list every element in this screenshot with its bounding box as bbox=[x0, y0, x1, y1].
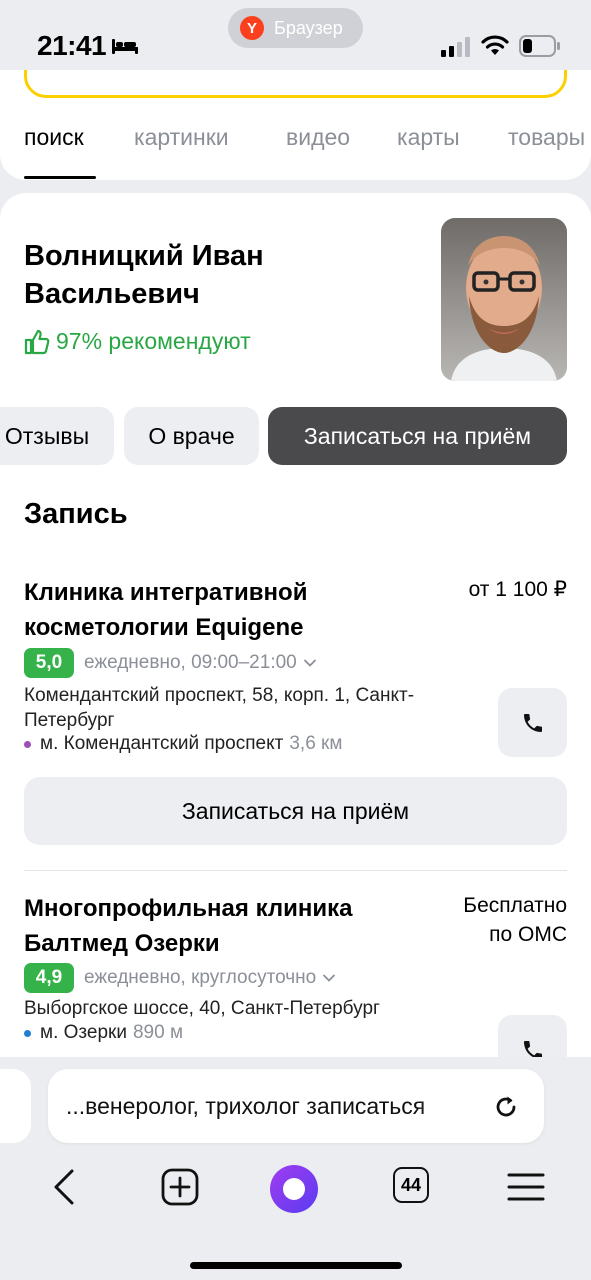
clinic-hours[interactable]: ежедневно, 09:00–21:00 bbox=[84, 652, 297, 674]
clinic-divider bbox=[24, 870, 567, 871]
tabs-counter-button[interactable]: 44 bbox=[393, 1167, 429, 1203]
search-header-card: поиск картинки видео карты товары bbox=[0, 70, 591, 180]
doctor-name: Волницкий Иван Васильевич bbox=[24, 240, 264, 310]
doctor-photo[interactable] bbox=[441, 218, 567, 381]
status-time: 21:41 bbox=[37, 30, 107, 61]
metro-line-dot bbox=[24, 740, 31, 748]
book-appointment-button[interactable]: Записаться на приём bbox=[24, 777, 567, 845]
yandex-logo-icon: Y bbox=[240, 16, 264, 40]
address-query-text[interactable]: ...венеролог, трихолог записаться bbox=[66, 1093, 476, 1120]
doctor-action-chips: Отзывы О враче Записаться на приём bbox=[0, 407, 591, 465]
metro-line-dot bbox=[24, 1029, 31, 1037]
recommend-label: 97% рекомендуют bbox=[56, 328, 251, 354]
sleep-focus-icon bbox=[112, 39, 138, 54]
active-tab-indicator bbox=[24, 176, 96, 179]
clinic-metro: м. Озерки 890 м bbox=[24, 1022, 183, 1044]
clinic-metro: м. Комендантский проспект 3,6 км bbox=[24, 733, 342, 755]
metro-distance: 3,6 км bbox=[289, 733, 343, 754]
chevron-down-icon[interactable] bbox=[303, 658, 317, 668]
status-bar: 21:41 Y Браузер bbox=[0, 0, 591, 78]
tab-goods[interactable]: товары bbox=[508, 124, 585, 151]
metro-station: м. Комендантский проспект bbox=[40, 733, 284, 754]
clinic-hours[interactable]: ежедневно, круглосуточно bbox=[84, 967, 316, 989]
home-indicator[interactable] bbox=[190, 1262, 402, 1269]
cellular-signal-icon bbox=[441, 37, 470, 57]
search-bar[interactable] bbox=[24, 70, 567, 98]
back-icon[interactable] bbox=[50, 1167, 78, 1207]
recommend-rate: 97% рекомендуют bbox=[24, 328, 251, 355]
phone-icon bbox=[523, 713, 542, 732]
previous-tab-peek[interactable] bbox=[0, 1069, 31, 1143]
metro-distance: 890 м bbox=[132, 1022, 184, 1043]
call-button[interactable] bbox=[498, 688, 567, 757]
rating-badge: 4,9 bbox=[24, 963, 74, 993]
clinic-name[interactable]: Многопрофильная клиника Балтмед Озерки bbox=[24, 891, 424, 961]
battery-icon bbox=[519, 35, 560, 57]
menu-icon[interactable] bbox=[507, 1171, 545, 1203]
address-bar[interactable]: ...венеролог, трихолог записаться bbox=[48, 1069, 544, 1143]
search-tabs: поиск картинки видео карты товары bbox=[0, 124, 591, 180]
reviews-chip[interactable]: Отзывы bbox=[0, 407, 114, 465]
clinic-price: от 1 100 ₽ bbox=[468, 578, 567, 601]
new-tab-icon[interactable] bbox=[161, 1167, 199, 1207]
rating-badge: 5,0 bbox=[24, 648, 74, 678]
about-doctor-chip[interactable]: О враче bbox=[124, 407, 259, 465]
book-appointment-chip[interactable]: Записаться на приём bbox=[268, 407, 567, 465]
clinic-address: Комендантский проспект, 58, корп. 1, Сан… bbox=[24, 685, 415, 731]
tab-images[interactable]: картинки bbox=[134, 124, 229, 151]
tab-maps[interactable]: карты bbox=[397, 124, 460, 151]
browser-brand-label: Браузер bbox=[274, 17, 343, 38]
chevron-down-icon[interactable] bbox=[322, 973, 336, 983]
clinic-rating-row: 4,9 ежедневно, круглосуточно bbox=[24, 963, 336, 993]
booking-section-title: Запись bbox=[24, 498, 128, 530]
browser-brand-pill[interactable]: Y Браузер bbox=[228, 8, 363, 48]
tab-search[interactable]: поиск bbox=[24, 124, 84, 151]
clinic-address: Выборгское шоссе, 40, Санкт-Петербург bbox=[24, 998, 380, 1019]
clinic-price: Бесплатно по ОМС bbox=[463, 894, 567, 946]
clinic-rating-row: 5,0 ежедневно, 09:00–21:00 bbox=[24, 648, 317, 678]
browser-bottom-bar: ...венеролог, трихолог записаться 44 bbox=[0, 1057, 591, 1280]
tab-video[interactable]: видео bbox=[286, 124, 350, 151]
thumbs-up-icon bbox=[24, 329, 50, 354]
reload-icon[interactable] bbox=[492, 1093, 520, 1121]
alice-assistant-icon[interactable] bbox=[270, 1165, 318, 1213]
metro-station: м. Озерки bbox=[40, 1022, 127, 1043]
doctor-card: Волницкий Иван Васильевич 97% рекомендую… bbox=[0, 193, 591, 1073]
address-fade bbox=[418, 1069, 488, 1143]
clinic-name[interactable]: Клиника интегративной косметологии Equig… bbox=[24, 575, 424, 645]
doctor-portrait-image bbox=[441, 218, 567, 381]
wifi-icon bbox=[481, 35, 509, 55]
